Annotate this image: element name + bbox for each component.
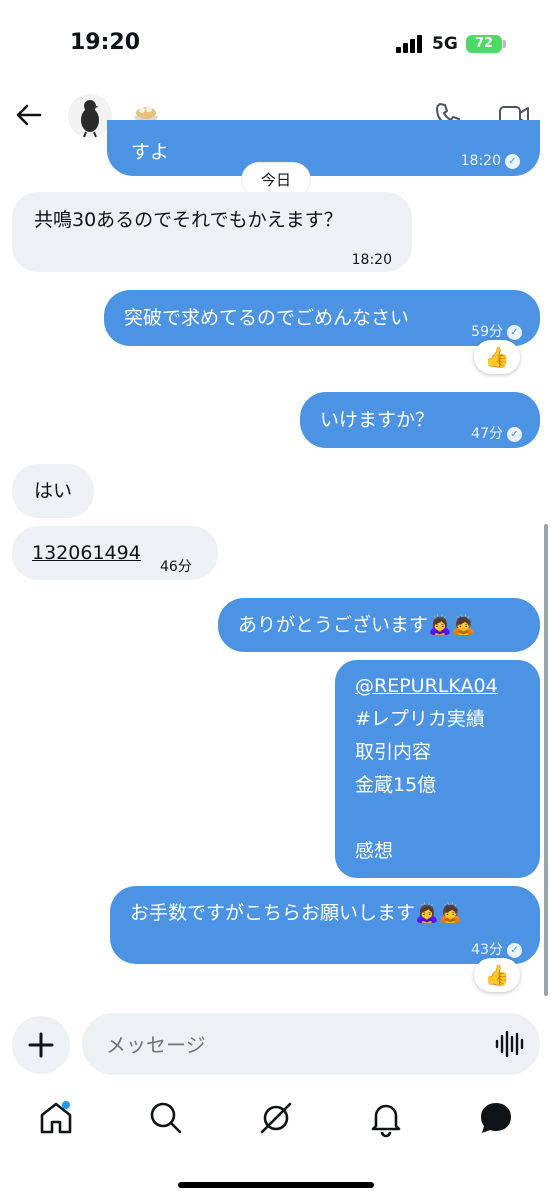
message-bubble-incoming[interactable]: 共鳴30あるのでそれでもかえます？ 18:20 [12,192,412,272]
message-line: 金蔵15億 [355,774,437,796]
scrollbar[interactable] [544,524,548,996]
messages-icon [481,1103,511,1133]
message-meta: 47分 ✓ [471,418,522,450]
message-bubble-incoming[interactable]: 132061494 46分 [12,526,218,580]
read-check-icon: ✓ [507,324,522,340]
message-time: 59分 [471,324,503,340]
waveform-icon[interactable] [494,1031,524,1057]
add-media-button[interactable] [12,1016,70,1074]
message-bubble-partial[interactable]: すよ 18:20 ✓ [107,120,540,176]
message-line-blank [355,802,498,835]
read-check-icon: ✓ [505,153,520,169]
message-text: いけますか？ [320,409,435,431]
message-bubble-outgoing[interactable]: @REPURLKA04 #レプリカ実績 取引内容 金蔵15億 感想 [335,660,540,878]
read-check-icon: ✓ [507,426,522,442]
message-text: すよ [131,141,170,163]
message-time: 47分 [471,426,503,442]
tab-home[interactable] [36,1098,76,1138]
message-composer[interactable] [82,1013,540,1077]
home-indicator [178,1182,374,1188]
message-time: 18:20 [460,153,501,169]
home-icon [40,1101,72,1134]
message-line: 取引内容 [355,741,432,763]
status-time: 19:20 [70,30,141,55]
message-bubble-outgoing[interactable]: 突破で求めてるのでごめんなさい 59分 ✓ [104,290,540,346]
message-time: 18:20 [351,252,392,268]
message-bubble-outgoing[interactable]: いけますか？ 47分 ✓ [300,392,540,448]
message-text: ありがとうございます🙇‍♀️🙇 [238,614,476,636]
read-check-icon: ✓ [507,942,522,958]
search-icon [150,1102,182,1134]
notification-dot [62,1101,70,1109]
network-type: 5G [432,34,458,54]
message-link[interactable]: 132061494 [32,537,141,569]
message-bubble-outgoing[interactable]: お手数ですがこちらお願いします🙇‍♀️🙇 43分 ✓ [110,886,540,964]
reaction-thumbs-up[interactable]: 👍 [474,958,520,992]
message-text: お手数ですがこちらお願いします🙇‍♀️🙇 [130,902,463,924]
notifications-icon [371,1104,401,1138]
message-text: 共鳴30あるのでそれでもかえます？ [34,209,343,231]
message-meta: 18:20 ✓ [461,145,520,177]
message-bubble-incoming[interactable]: はい [12,464,94,518]
tab-messages[interactable] [476,1098,516,1138]
battery-tip [503,40,506,48]
grok-icon [260,1102,292,1134]
hashtag-text[interactable]: #レプリカ実績 [355,703,498,736]
tab-grok[interactable] [256,1098,296,1138]
battery-level: 72 [466,35,502,53]
message-line: 感想 [355,840,394,862]
tab-search[interactable] [146,1098,186,1138]
message-text: 突破で求めてるのでごめんなさい [124,307,410,329]
message-input[interactable] [104,1013,488,1077]
message-bubble-outgoing[interactable]: ありがとうございます🙇‍♀️🙇 [218,598,540,652]
avatar-crow[interactable] [68,94,112,138]
message-time: 43分 [471,942,503,958]
message-time: 46分 [160,559,192,575]
tab-notifications[interactable] [366,1098,406,1138]
arrow-left-icon [16,104,42,126]
signal-icon [396,35,424,53]
message-text: はい [34,480,73,502]
reaction-thumbs-up[interactable]: 👍 [474,340,520,374]
plus-icon [28,1032,54,1058]
crow-avatar-image [81,100,99,138]
back-button[interactable] [12,98,46,132]
mention-link[interactable]: @REPURLKA04 [355,670,498,703]
